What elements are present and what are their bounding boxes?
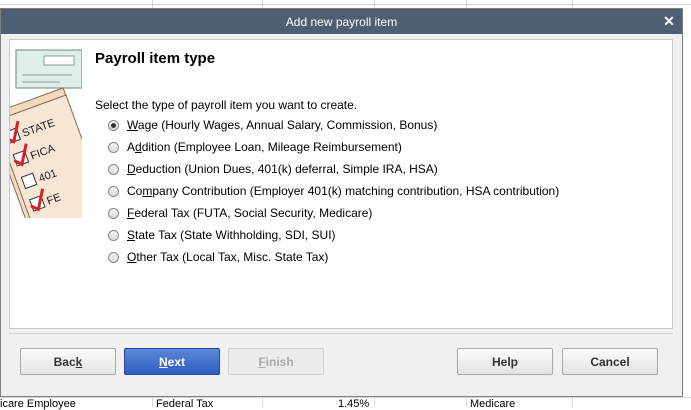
bg-cell: Medicare [470, 398, 516, 410]
option-label: Deduction (Union Dues, 401(k) deferral, … [127, 162, 438, 176]
option-state-tax[interactable]: State Tax (State Withholding, SDI, SUI) [108, 224, 559, 246]
option-other-tax[interactable]: Other Tax (Local Tax, Misc. State Tax) [108, 246, 559, 268]
grid-line [0, 4, 691, 5]
bg-cell: 1.45% [338, 398, 370, 410]
option-label: Wage (Hourly Wages, Annual Salary, Commi… [127, 118, 438, 132]
radio-button[interactable] [108, 163, 119, 175]
radio-selected-dot [111, 122, 116, 128]
option-deduction[interactable]: Deduction (Union Dues, 401(k) deferral, … [108, 158, 559, 180]
divider [9, 333, 673, 334]
dialog-content: STATE FICA 401 FE Payroll item type Sele… [9, 39, 673, 329]
dialog-titlebar: Add new payroll item ✕ [1, 9, 682, 34]
background-row: icare Employee Federal Tax 1.45% Medicar… [0, 398, 691, 410]
radio-button[interactable] [108, 185, 119, 197]
page-title: Payroll item type [95, 50, 216, 67]
bg-cell: icare Employee [0, 398, 76, 410]
option-addition[interactable]: Addition (Employee Loan, Mileage Reimbur… [108, 136, 559, 158]
add-payroll-item-dialog: Add new payroll item ✕ STATE FICA 401 FE… [0, 8, 683, 397]
help-button[interactable]: Help [457, 348, 553, 375]
dialog-title: Add new payroll item [285, 14, 398, 29]
option-label: Addition (Employee Loan, Mileage Reimbur… [127, 140, 402, 154]
instruction-text: Select the type of payroll item you want… [95, 98, 358, 112]
back-button[interactable]: Bac k [20, 348, 116, 375]
radio-button[interactable] [108, 141, 119, 153]
option-label: Other Tax (Local Tax, Misc. State Tax) [127, 250, 329, 264]
option-wage[interactable]: Wage (Hourly Wages, Annual Salary, Commi… [108, 114, 559, 136]
next-button[interactable]: Next [124, 348, 220, 375]
close-icon[interactable]: ✕ [662, 13, 676, 29]
radio-button[interactable] [108, 251, 119, 263]
finish-button: Finish [228, 348, 324, 375]
payroll-type-options: Wage (Hourly Wages, Annual Salary, Commi… [108, 114, 559, 268]
payroll-forms-illustration: STATE FICA 401 FE [10, 48, 82, 218]
option-label: Company Contribution (Employer 401(k) ma… [127, 184, 560, 198]
option-label: Federal Tax (FUTA, Social Security, Medi… [127, 206, 373, 220]
radio-button[interactable] [108, 207, 119, 219]
radio-button[interactable] [108, 119, 119, 131]
option-federal-tax[interactable]: Federal Tax (FUTA, Social Security, Medi… [108, 202, 559, 224]
option-label: State Tax (State Withholding, SDI, SUI) [127, 228, 336, 242]
bg-cell: Federal Tax [156, 398, 214, 410]
option-company-contribution[interactable]: Company Contribution (Employer 401(k) ma… [108, 180, 559, 202]
cancel-button[interactable]: Cancel [562, 348, 658, 375]
radio-button[interactable] [108, 229, 119, 241]
